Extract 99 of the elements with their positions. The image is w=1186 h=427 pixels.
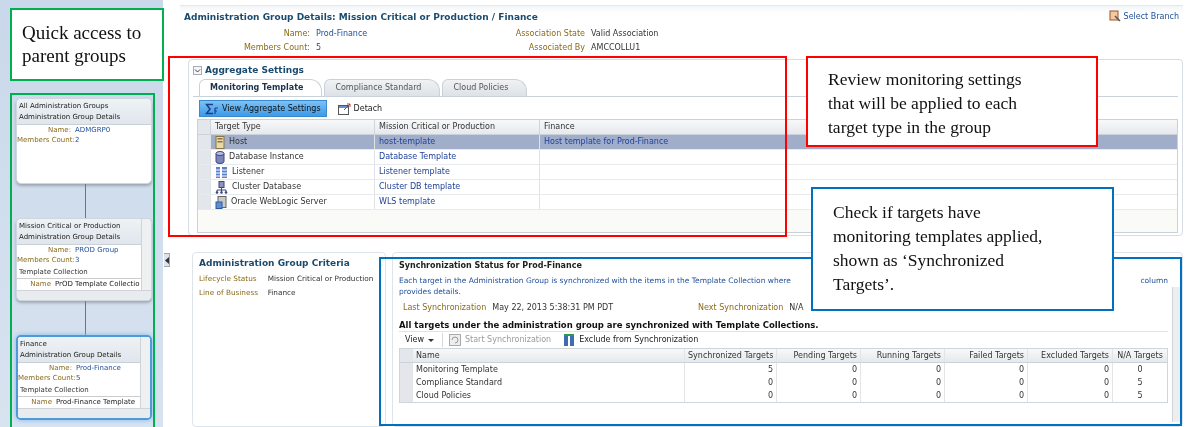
tab[interactable]: Monitoring Template xyxy=(199,79,323,96)
template-link[interactable]: Host template for Prod-Finance xyxy=(544,135,669,149)
table-cell: 0 xyxy=(776,389,860,402)
field-value: AMCCOLLU1 xyxy=(591,42,642,54)
annotation-tooltip: Review monitoring settings that will be applied to each target type in the group xyxy=(806,56,1098,147)
scrollbar[interactable] xyxy=(18,408,150,418)
column-header[interactable]: N/A Targets xyxy=(1112,349,1167,362)
row-header-cell[interactable] xyxy=(400,363,412,376)
table-row[interactable]: Database Instance Database Template xyxy=(198,150,1177,165)
field-value: Prod-Finance xyxy=(316,28,369,40)
column-header[interactable]: Name xyxy=(412,349,684,362)
exclude-icon xyxy=(563,334,576,346)
table-cell: 0 xyxy=(1027,376,1112,389)
detach-icon xyxy=(337,102,351,115)
table-row[interactable]: Listener Listener template xyxy=(198,165,1177,180)
scrollbar[interactable] xyxy=(1172,287,1182,422)
connector-line xyxy=(85,301,86,335)
annotation-tooltip: Quick access to parent groups xyxy=(10,8,164,81)
row-header-cell[interactable] xyxy=(198,150,210,164)
column-header[interactable]: Mission Critical or Production xyxy=(374,120,539,134)
status-message: All targets under the administration group are synchronized with Template Collections. xyxy=(399,319,819,331)
table-cell-text: Host xyxy=(229,136,248,148)
collapse-handle[interactable] xyxy=(164,253,170,267)
field-label: Members Count: xyxy=(242,42,311,54)
field-value: N/A xyxy=(789,302,804,314)
connector-line xyxy=(85,184,86,218)
table-cell-text: Database Instance xyxy=(229,151,304,163)
table-cell: 0 xyxy=(1112,363,1167,376)
row-header-cell xyxy=(400,349,412,362)
row-header-cell[interactable] xyxy=(198,135,210,149)
table-cell: 0 xyxy=(776,376,860,389)
select-branch-link[interactable]: Select Branch xyxy=(1108,10,1179,22)
scrollbar[interactable] xyxy=(140,337,150,408)
field-label: Next Synchronization xyxy=(698,302,785,314)
tab[interactable]: Compliance Standard xyxy=(324,79,441,96)
server-rack-icon xyxy=(215,195,227,209)
table-cell: 0 xyxy=(776,363,860,376)
table-cell: 0 xyxy=(860,376,944,389)
server-icon xyxy=(215,135,225,149)
column-header[interactable]: Failed Targets xyxy=(944,349,1027,362)
chevron-icon[interactable] xyxy=(193,65,202,75)
template-link[interactable]: Cluster DB template xyxy=(379,180,461,194)
column-header[interactable]: Excluded Targets xyxy=(1027,349,1112,362)
column-header[interactable]: Target Type xyxy=(210,120,374,134)
template-link[interactable]: Database Template xyxy=(379,150,457,164)
table-cell: 5 xyxy=(1112,389,1167,402)
table-cell: Monitoring Template xyxy=(412,363,684,376)
table-cell: 0 xyxy=(1027,389,1112,402)
field-label: Associated By xyxy=(527,42,586,54)
view-settings-button[interactable]: View Aggregate Settings xyxy=(199,100,327,117)
column-header[interactable]: Running Targets xyxy=(860,349,944,362)
table-cell: 0 xyxy=(860,389,944,402)
sigma-icon xyxy=(205,102,219,115)
column-header[interactable]: Pending Targets xyxy=(776,349,860,362)
field-value: Valid Association xyxy=(591,28,660,40)
database-icon xyxy=(215,150,225,164)
row-header-cell[interactable] xyxy=(400,389,412,402)
table-cell: 5 xyxy=(684,363,776,376)
template-link[interactable]: host-template xyxy=(379,135,436,149)
field-label: Last Synchronization xyxy=(403,302,488,314)
field-value: 5 xyxy=(316,42,323,54)
table-cell: 0 xyxy=(1027,363,1112,376)
table-cell: 0 xyxy=(684,389,776,402)
table-cell: 0 xyxy=(944,376,1027,389)
table-cell-text: Cluster Database xyxy=(232,181,302,193)
table-cell: Cloud Policies xyxy=(412,389,684,402)
view-menu[interactable]: View xyxy=(399,333,443,347)
section-title: Administration Group Criteria xyxy=(199,257,351,270)
table-cell: Compliance Standard xyxy=(412,376,684,389)
table-cell: 0 xyxy=(684,376,776,389)
table-cell: 0 xyxy=(944,389,1027,402)
tab[interactable]: Cloud Policies xyxy=(442,79,528,96)
exclude-button[interactable]: Exclude from Synchronization xyxy=(557,333,705,347)
listener-icon xyxy=(215,165,228,179)
page-title: Administration Group Details: Mission Critical or Production / Finance xyxy=(184,11,538,24)
template-link[interactable]: Listener template xyxy=(379,165,450,179)
table-cell: 0 xyxy=(860,363,944,376)
row-header-cell[interactable] xyxy=(198,180,210,194)
section-title: Aggregate Settings xyxy=(205,65,304,75)
cluster-icon xyxy=(215,180,228,194)
field-label: Association State xyxy=(514,28,586,40)
row-header-cell[interactable] xyxy=(198,195,210,209)
annotation-tooltip: Check if targets have monitoring templates applied, shown as ‘Synchronized Targets’. xyxy=(811,187,1114,311)
table-cell: 5 xyxy=(1112,376,1167,389)
table-cell-text: Oracle WebLogic Server xyxy=(231,196,327,208)
scrollbar[interactable] xyxy=(17,290,151,300)
branch-icon xyxy=(1108,10,1121,22)
caret-icon xyxy=(428,338,434,342)
row-header-cell[interactable] xyxy=(198,165,210,179)
scrollbar[interactable] xyxy=(141,219,151,290)
column-header[interactable]: Synchronized Targets xyxy=(684,349,776,362)
field-value: May 22, 2013 5:38:31 PM PDT xyxy=(492,302,614,314)
table-cell: 0 xyxy=(944,363,1027,376)
field-label: Name: xyxy=(282,28,311,40)
row-header-cell xyxy=(198,120,210,134)
template-link[interactable]: WLS template xyxy=(379,195,436,209)
section-title: Synchronization Status for Prod-Finance xyxy=(399,260,582,272)
table-cell-text: Listener xyxy=(232,166,265,178)
sync-icon xyxy=(449,334,461,346)
